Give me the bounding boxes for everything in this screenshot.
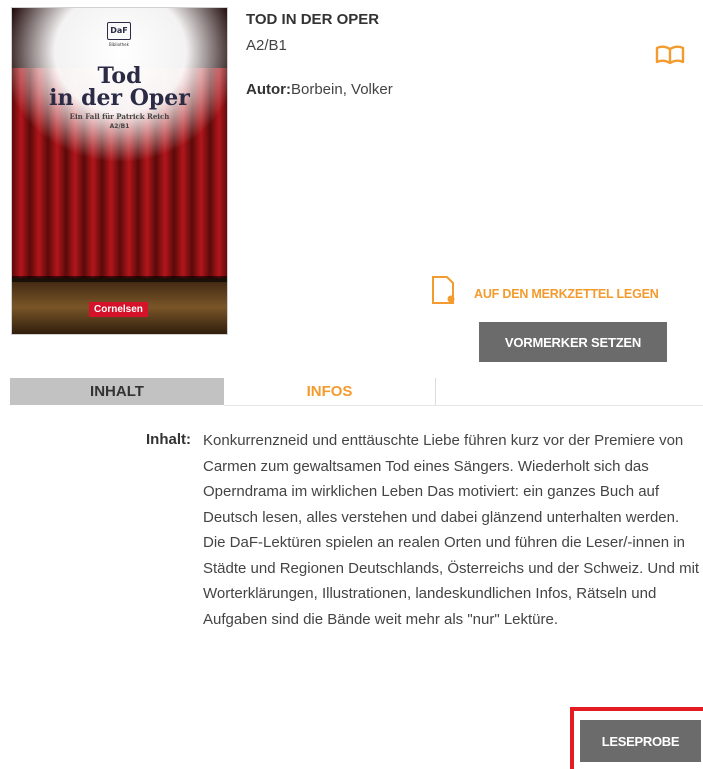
daf-logo: DaF — [107, 22, 131, 40]
author-name: Borbein, Volker — [291, 81, 393, 98]
tab-infos[interactable]: INFOS — [224, 378, 436, 405]
vormerker-button[interactable]: VORMERKER SETZEN — [479, 322, 667, 362]
book-author: Autor:Borbein, Volker — [246, 81, 393, 98]
book-title: TOD IN DER OPER — [246, 11, 380, 28]
book-level: A2/B1 — [246, 37, 287, 54]
author-label: Autor: — [246, 81, 291, 98]
cover-level: A2/B1 — [109, 123, 130, 130]
cover-subtitle: Ein Fall für Patrick Reich — [69, 112, 170, 121]
inhalt-label: Inhalt: — [146, 431, 191, 448]
book-cover-image[interactable]: DaF Bibliothek Tod in der Oper Ein Fall … — [11, 7, 228, 335]
publisher-logo: Cornelsen — [89, 302, 148, 317]
cover-illustration — [12, 8, 227, 334]
tab-bar: INHALT INFOS — [10, 378, 703, 406]
leseprobe-button[interactable]: LESEPROBE — [580, 720, 701, 762]
merkzettel-link[interactable]: AUF DEN MERKZETTEL LEGEN — [474, 287, 659, 301]
inhalt-description: Konkurrenzneid und enttäuschte Liebe füh… — [203, 432, 700, 628]
tab-inhalt[interactable]: INHALT — [10, 378, 224, 405]
cover-title-line2: in der Oper — [49, 85, 190, 111]
notepad-icon[interactable] — [431, 275, 457, 305]
book-open-icon[interactable] — [655, 45, 685, 65]
daf-logo-subtitle: Bibliothek — [109, 42, 129, 47]
tab-divider — [224, 405, 703, 406]
